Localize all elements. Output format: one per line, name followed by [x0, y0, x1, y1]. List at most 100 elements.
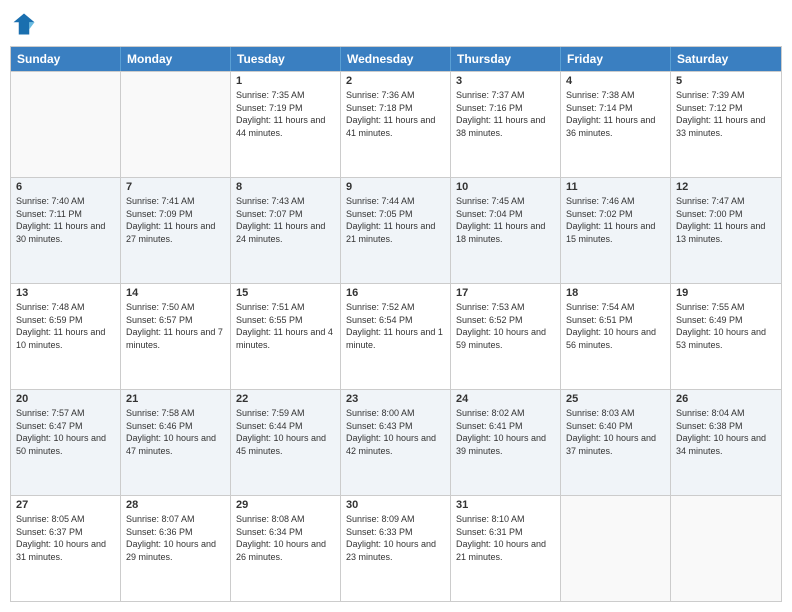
cell-info: Sunrise: 7:54 AM Sunset: 6:51 PM Dayligh… — [566, 301, 665, 351]
cell-info: Sunrise: 7:58 AM Sunset: 6:46 PM Dayligh… — [126, 407, 225, 457]
calendar-cell-2-4: 17Sunrise: 7:53 AM Sunset: 6:52 PM Dayli… — [451, 284, 561, 389]
calendar-cell-4-4: 31 Sunrise: 8:10 AM Sunset: 6:31 PM Dayli… — [451, 496, 561, 601]
day-number: 30 — [346, 499, 445, 511]
header-day-thursday: Thursday — [451, 47, 561, 71]
cell-info: Sunrise: 7:41 AM Sunset: 7:09 PM Dayligh… — [126, 195, 225, 245]
day-number: 9 — [346, 181, 445, 193]
header — [10, 10, 782, 38]
cell-info: Sunrise: 7:53 AM Sunset: 6:52 PM Dayligh… — [456, 301, 555, 351]
logo — [10, 10, 42, 38]
cell-info: Sunrise: 7:37 AM Sunset: 7:16 PM Dayligh… — [456, 89, 555, 139]
calendar-body: 1Sunrise: 7:35 AM Sunset: 7:19 PM Daylig… — [11, 71, 781, 601]
calendar-header: SundayMondayTuesdayWednesdayThursdayFrid… — [11, 47, 781, 71]
header-day-sunday: Sunday — [11, 47, 121, 71]
cell-info: Sunrise: 7:43 AM Sunset: 7:07 PM Dayligh… — [236, 195, 335, 245]
calendar-cell-3-2: 22 Sunrise: 7:59 AM Sunset: 6:44 PM Dayli… — [231, 390, 341, 495]
calendar-cell-2-2: 15 Sunrise: 7:51 AM Sunset: 6:55 PM Dayli… — [231, 284, 341, 389]
day-number: 25 — [566, 393, 665, 405]
calendar-cell-3-4: 24 Sunrise: 8:02 AM Sunset: 6:41 PM Dayli… — [451, 390, 561, 495]
cell-info: Sunrise: 8:00 AM Sunset: 6:43 PM Dayligh… — [346, 407, 445, 457]
calendar: SundayMondayTuesdayWednesdayThursdayFrid… — [10, 46, 782, 602]
day-number: 14 — [126, 287, 225, 299]
calendar-cell-1-3: 9 Sunrise: 7:44 AM Sunset: 7:05 PM Daylig… — [341, 178, 451, 283]
day-number: 24 — [456, 393, 555, 405]
cell-info: Sunrise: 7:38 AM Sunset: 7:14 PM Dayligh… — [566, 89, 665, 139]
calendar-cell-4-6 — [671, 496, 781, 601]
cell-info: Sunrise: 7:50 AM Sunset: 6:57 PM Dayligh… — [126, 301, 225, 351]
day-number: 16 — [346, 287, 445, 299]
day-number: 15 — [236, 287, 335, 299]
cell-info: Sunrise: 7:46 AM Sunset: 7:02 PM Dayligh… — [566, 195, 665, 245]
header-day-friday: Friday — [561, 47, 671, 71]
header-day-saturday: Saturday — [671, 47, 781, 71]
header-day-tuesday: Tuesday — [231, 47, 341, 71]
cell-info: Sunrise: 8:02 AM Sunset: 6:41 PM Dayligh… — [456, 407, 555, 457]
day-number: 5 — [676, 75, 776, 87]
calendar-cell-3-3: 23 Sunrise: 8:00 AM Sunset: 6:43 PM Dayli… — [341, 390, 451, 495]
cell-info: Sunrise: 7:36 AM Sunset: 7:18 PM Dayligh… — [346, 89, 445, 139]
cell-info: Sunrise: 8:08 AM Sunset: 6:34 PM Dayligh… — [236, 513, 335, 563]
calendar-cell-4-0: 27Sunrise: 8:05 AM Sunset: 6:37 PM Dayli… — [11, 496, 121, 601]
cell-info: Sunrise: 7:52 AM Sunset: 6:54 PM Dayligh… — [346, 301, 445, 351]
calendar-row-3: 20Sunrise: 7:57 AM Sunset: 6:47 PM Dayli… — [11, 389, 781, 495]
calendar-row-0: 1Sunrise: 7:35 AM Sunset: 7:19 PM Daylig… — [11, 71, 781, 177]
day-number: 23 — [346, 393, 445, 405]
calendar-cell-2-0: 13 Sunrise: 7:48 AM Sunset: 6:59 PM Dayli… — [11, 284, 121, 389]
day-number: 27 — [16, 499, 115, 511]
calendar-cell-2-5: 18Sunrise: 7:54 AM Sunset: 6:51 PM Dayli… — [561, 284, 671, 389]
day-number: 29 — [236, 499, 335, 511]
day-number: 10 — [456, 181, 555, 193]
cell-info: Sunrise: 7:51 AM Sunset: 6:55 PM Dayligh… — [236, 301, 335, 351]
cell-info: Sunrise: 7:47 AM Sunset: 7:00 PM Dayligh… — [676, 195, 776, 245]
calendar-cell-1-6: 12 Sunrise: 7:47 AM Sunset: 7:00 PM Dayli… — [671, 178, 781, 283]
calendar-cell-2-6: 19 Sunrise: 7:55 AM Sunset: 6:49 PM Dayli… — [671, 284, 781, 389]
day-number: 8 — [236, 181, 335, 193]
calendar-cell-3-0: 20Sunrise: 7:57 AM Sunset: 6:47 PM Dayli… — [11, 390, 121, 495]
day-number: 31 — [456, 499, 555, 511]
day-number: 26 — [676, 393, 776, 405]
day-number: 28 — [126, 499, 225, 511]
calendar-cell-1-5: 11 Sunrise: 7:46 AM Sunset: 7:02 PM Dayli… — [561, 178, 671, 283]
day-number: 11 — [566, 181, 665, 193]
cell-info: Sunrise: 7:48 AM Sunset: 6:59 PM Dayligh… — [16, 301, 115, 351]
calendar-cell-0-5: 4Sunrise: 7:38 AM Sunset: 7:14 PM Daylig… — [561, 72, 671, 177]
day-number: 22 — [236, 393, 335, 405]
day-number: 6 — [16, 181, 115, 193]
calendar-cell-1-0: 6 Sunrise: 7:40 AM Sunset: 7:11 PM Daylig… — [11, 178, 121, 283]
day-number: 2 — [346, 75, 445, 87]
cell-info: Sunrise: 7:55 AM Sunset: 6:49 PM Dayligh… — [676, 301, 776, 351]
cell-info: Sunrise: 7:59 AM Sunset: 6:44 PM Dayligh… — [236, 407, 335, 457]
calendar-cell-3-6: 26Sunrise: 8:04 AM Sunset: 6:38 PM Dayli… — [671, 390, 781, 495]
day-number: 13 — [16, 287, 115, 299]
calendar-cell-1-4: 10 Sunrise: 7:45 AM Sunset: 7:04 PM Dayli… — [451, 178, 561, 283]
day-number: 19 — [676, 287, 776, 299]
cell-info: Sunrise: 7:39 AM Sunset: 7:12 PM Dayligh… — [676, 89, 776, 139]
cell-info: Sunrise: 8:10 AM Sunset: 6:31 PM Dayligh… — [456, 513, 555, 563]
calendar-row-4: 27Sunrise: 8:05 AM Sunset: 6:37 PM Dayli… — [11, 495, 781, 601]
page: SundayMondayTuesdayWednesdayThursdayFrid… — [0, 0, 792, 612]
calendar-cell-0-6: 5 Sunrise: 7:39 AM Sunset: 7:12 PM Daylig… — [671, 72, 781, 177]
day-number: 21 — [126, 393, 225, 405]
calendar-row-2: 13 Sunrise: 7:48 AM Sunset: 6:59 PM Dayli… — [11, 283, 781, 389]
calendar-cell-0-2: 1Sunrise: 7:35 AM Sunset: 7:19 PM Daylig… — [231, 72, 341, 177]
cell-info: Sunrise: 7:45 AM Sunset: 7:04 PM Dayligh… — [456, 195, 555, 245]
cell-info: Sunrise: 8:03 AM Sunset: 6:40 PM Dayligh… — [566, 407, 665, 457]
day-number: 3 — [456, 75, 555, 87]
calendar-cell-2-3: 16 Sunrise: 7:52 AM Sunset: 6:54 PM Dayli… — [341, 284, 451, 389]
calendar-cell-0-0 — [11, 72, 121, 177]
cell-info: Sunrise: 8:07 AM Sunset: 6:36 PM Dayligh… — [126, 513, 225, 563]
calendar-cell-4-5 — [561, 496, 671, 601]
cell-info: Sunrise: 7:44 AM Sunset: 7:05 PM Dayligh… — [346, 195, 445, 245]
logo-icon — [10, 10, 38, 38]
calendar-cell-1-2: 8 Sunrise: 7:43 AM Sunset: 7:07 PM Daylig… — [231, 178, 341, 283]
calendar-cell-2-1: 14 Sunrise: 7:50 AM Sunset: 6:57 PM Dayli… — [121, 284, 231, 389]
day-number: 1 — [236, 75, 335, 87]
cell-info: Sunrise: 8:09 AM Sunset: 6:33 PM Dayligh… — [346, 513, 445, 563]
calendar-cell-4-1: 28 Sunrise: 8:07 AM Sunset: 6:36 PM Dayli… — [121, 496, 231, 601]
day-number: 20 — [16, 393, 115, 405]
cell-info: Sunrise: 7:40 AM Sunset: 7:11 PM Dayligh… — [16, 195, 115, 245]
day-number: 12 — [676, 181, 776, 193]
calendar-cell-0-1 — [121, 72, 231, 177]
calendar-cell-1-1: 7Sunrise: 7:41 AM Sunset: 7:09 PM Daylig… — [121, 178, 231, 283]
header-day-wednesday: Wednesday — [341, 47, 451, 71]
